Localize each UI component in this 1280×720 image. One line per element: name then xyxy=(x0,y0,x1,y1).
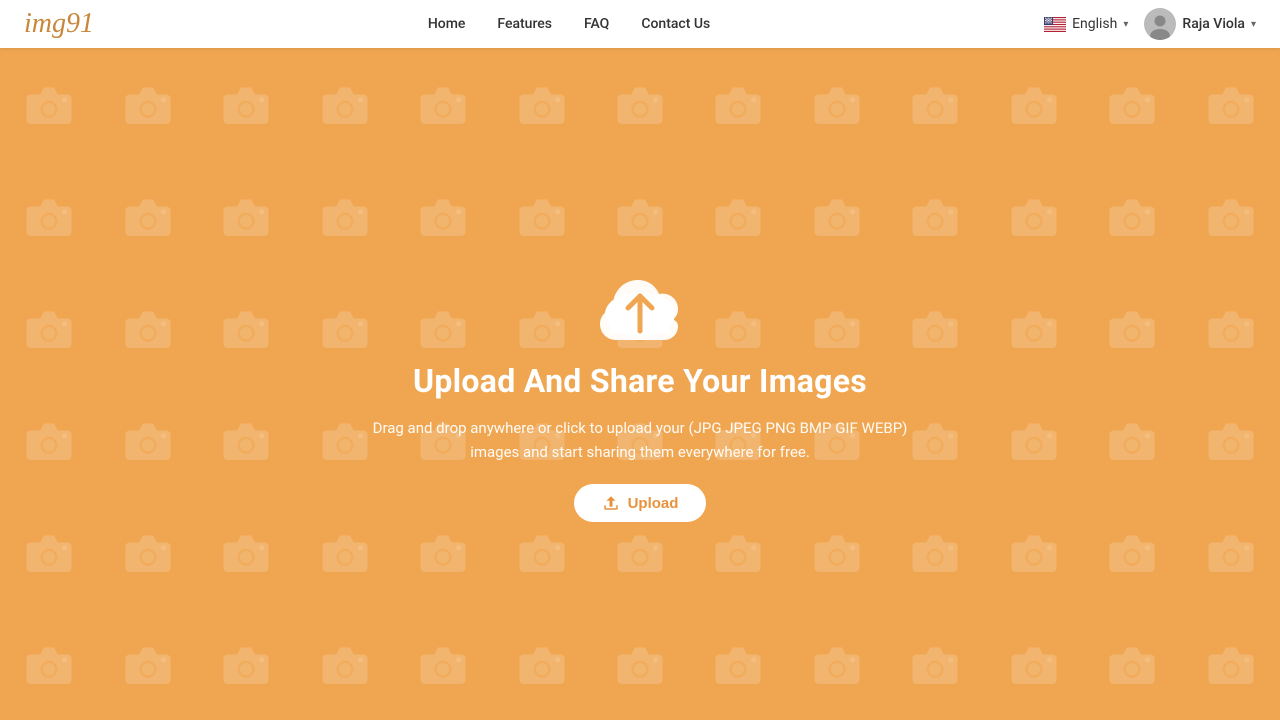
nav-home[interactable]: Home xyxy=(428,16,466,32)
camera-bg-icon xyxy=(197,160,295,272)
camera-bg-icon xyxy=(0,496,98,608)
camera-bg-icon xyxy=(1182,272,1280,384)
camera-bg-icon xyxy=(394,608,492,720)
camera-bg-icon xyxy=(295,608,393,720)
camera-bg-icon xyxy=(0,384,98,496)
upload-button-icon xyxy=(602,494,620,512)
user-name: Raja Viola xyxy=(1182,16,1245,32)
nav-links: Home Features FAQ Contact Us xyxy=(428,16,710,32)
camera-bg-icon xyxy=(492,48,590,160)
camera-bg-icon xyxy=(1182,160,1280,272)
camera-bg-icon xyxy=(985,496,1083,608)
hero-subtitle: Drag and drop anywhere or click to uploa… xyxy=(350,416,930,464)
camera-bg-icon xyxy=(1083,48,1181,160)
camera-bg-icon xyxy=(98,48,196,160)
camera-bg-icon xyxy=(295,160,393,272)
nav-faq[interactable]: FAQ xyxy=(584,16,609,32)
upload-button[interactable]: Upload xyxy=(574,484,707,522)
navbar: img91 Home Features FAQ Contact Us xyxy=(0,0,1280,48)
camera-bg-icon xyxy=(0,160,98,272)
camera-bg-icon xyxy=(689,160,787,272)
camera-bg-icon xyxy=(591,608,689,720)
camera-bg-icon xyxy=(985,48,1083,160)
nav-right: English ▾ Raja Viola ▾ xyxy=(1044,8,1256,40)
nav-features[interactable]: Features xyxy=(497,16,552,32)
camera-bg-icon xyxy=(1083,496,1181,608)
language-selector[interactable]: English ▾ xyxy=(1044,16,1128,32)
nav-contact[interactable]: Contact Us xyxy=(641,16,710,32)
camera-bg-icon xyxy=(985,608,1083,720)
camera-bg-icon xyxy=(0,272,98,384)
camera-bg-icon xyxy=(394,48,492,160)
upload-button-label: Upload xyxy=(628,495,679,512)
camera-bg-icon xyxy=(689,608,787,720)
camera-bg-icon xyxy=(492,160,590,272)
camera-bg-icon xyxy=(197,608,295,720)
camera-bg-icon xyxy=(1182,496,1280,608)
camera-bg-icon xyxy=(98,160,196,272)
flag-icon xyxy=(1044,17,1066,32)
camera-bg-icon xyxy=(0,608,98,720)
camera-bg-icon xyxy=(492,608,590,720)
camera-bg-icon xyxy=(1083,384,1181,496)
camera-bg-icon xyxy=(0,48,98,160)
camera-bg-icon xyxy=(197,384,295,496)
camera-bg-icon xyxy=(394,160,492,272)
camera-bg-icon xyxy=(985,272,1083,384)
hero-title: Upload And Share Your Images xyxy=(413,362,867,400)
hero-section: Upload And Share Your Images Drag and dr… xyxy=(0,0,1280,720)
camera-bg-icon xyxy=(788,160,886,272)
camera-bg-icon xyxy=(98,608,196,720)
camera-bg-icon xyxy=(591,48,689,160)
camera-bg-icon xyxy=(1083,272,1181,384)
camera-bg-icon xyxy=(886,160,984,272)
camera-bg-icon xyxy=(591,160,689,272)
camera-bg-icon xyxy=(689,48,787,160)
camera-bg-icon xyxy=(98,496,196,608)
user-menu[interactable]: Raja Viola ▾ xyxy=(1144,8,1256,40)
camera-bg-icon xyxy=(788,608,886,720)
hero-content: Upload And Share Your Images Drag and dr… xyxy=(350,266,930,522)
camera-bg-icon xyxy=(985,160,1083,272)
camera-bg-icon xyxy=(98,272,196,384)
avatar xyxy=(1144,8,1176,40)
camera-bg-icon xyxy=(788,48,886,160)
language-label: English xyxy=(1072,16,1117,32)
camera-bg-icon xyxy=(197,48,295,160)
camera-bg-icon xyxy=(295,48,393,160)
camera-bg-icon xyxy=(1182,384,1280,496)
camera-bg-icon xyxy=(197,272,295,384)
camera-bg-icon xyxy=(886,48,984,160)
camera-bg-icon xyxy=(1083,608,1181,720)
camera-bg-icon xyxy=(197,496,295,608)
camera-bg-icon xyxy=(1182,608,1280,720)
camera-bg-icon xyxy=(1083,160,1181,272)
upload-cloud-icon xyxy=(590,266,690,346)
camera-bg-icon xyxy=(985,384,1083,496)
language-chevron-icon: ▾ xyxy=(1123,19,1128,30)
user-chevron-icon: ▾ xyxy=(1251,19,1256,30)
camera-bg-icon xyxy=(1182,48,1280,160)
camera-bg-icon xyxy=(98,384,196,496)
camera-bg-icon xyxy=(886,608,984,720)
site-logo[interactable]: img91 xyxy=(24,8,94,40)
